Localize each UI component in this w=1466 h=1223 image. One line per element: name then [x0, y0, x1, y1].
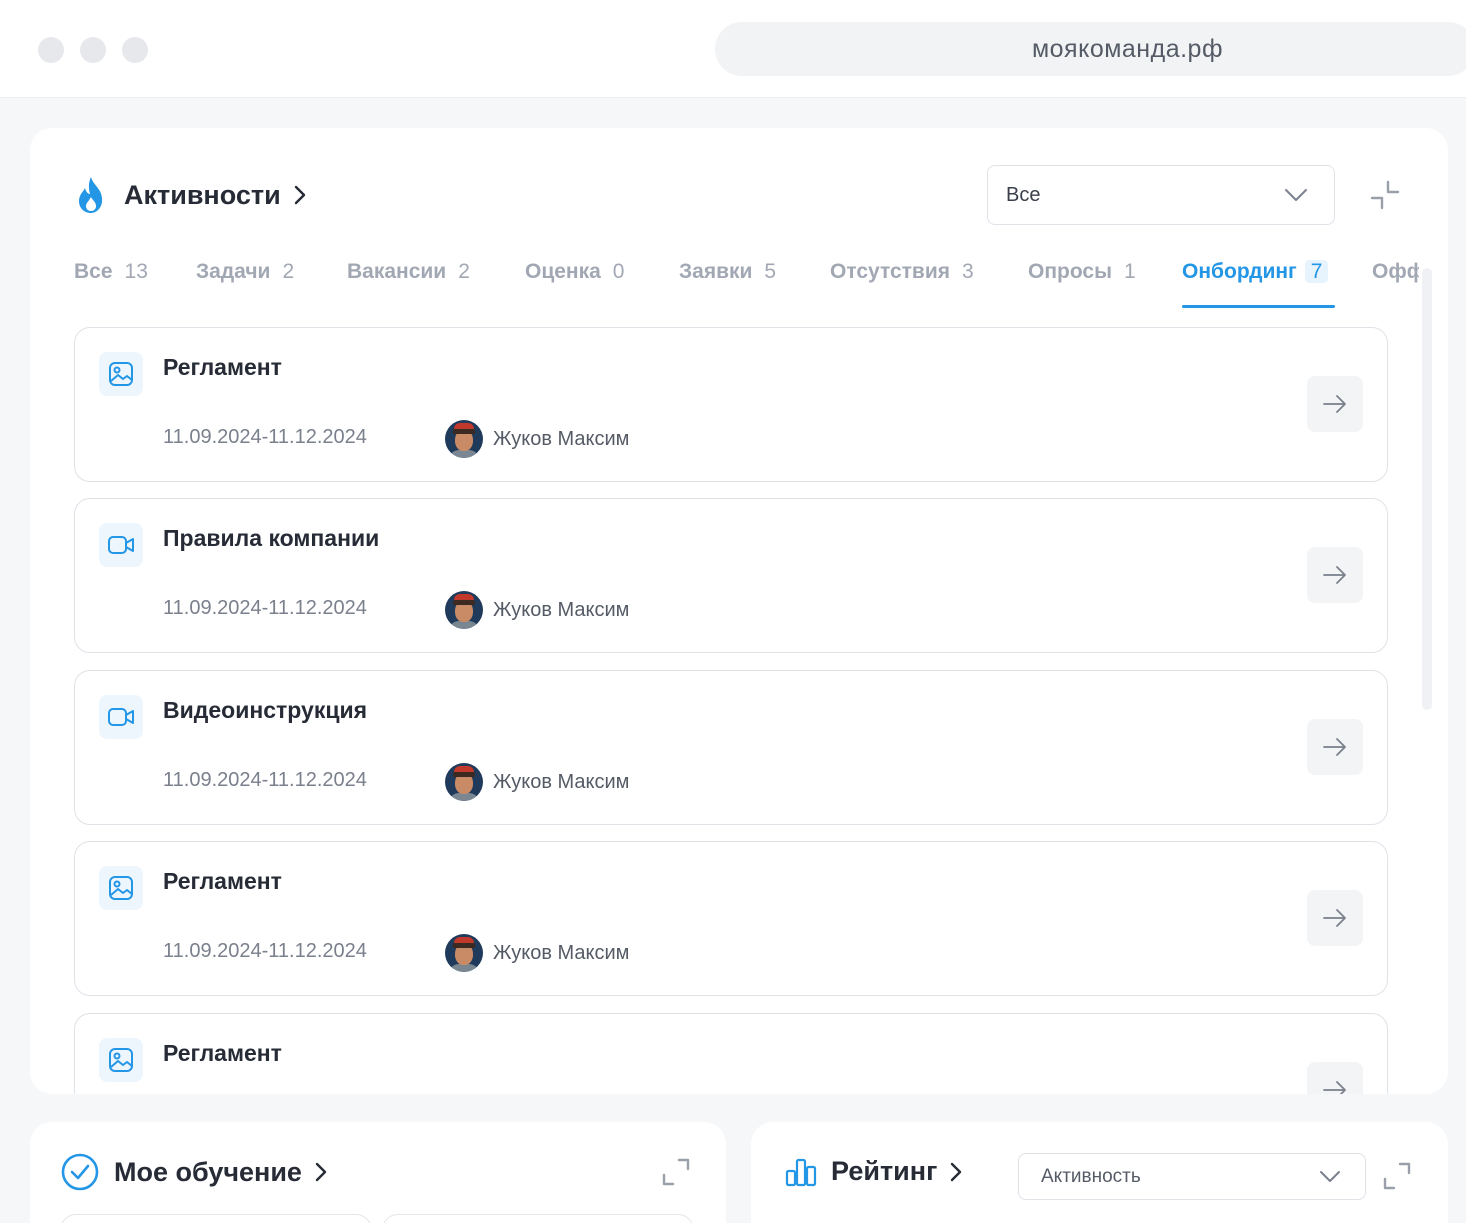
- chevron-right-icon: [294, 185, 305, 205]
- address-bar[interactable]: моякоманда.рф: [715, 22, 1466, 76]
- learning-panel: Мое обучение: [30, 1122, 726, 1223]
- fire-icon: [79, 177, 103, 213]
- activities-title: Активности: [124, 179, 281, 210]
- card-title: Видеоинструкция: [163, 697, 368, 723]
- scrollbar[interactable]: [1422, 268, 1432, 710]
- tab-tasks[interactable]: Задачи 2: [196, 260, 294, 308]
- tab-offboarding[interactable]: Офф: [1372, 260, 1419, 308]
- image-icon: [99, 1038, 143, 1082]
- arrow-right-icon: [1323, 1081, 1346, 1094]
- chevron-right-icon: [951, 1162, 962, 1181]
- open-card-button[interactable]: [1307, 376, 1363, 432]
- address-bar-url: моякоманда.рф: [1031, 35, 1224, 63]
- activities-filter-value: Все: [1006, 184, 1041, 206]
- avatar: [445, 763, 483, 801]
- tab-surveys[interactable]: Опросы 1: [1028, 260, 1136, 308]
- open-card-button[interactable]: [1307, 719, 1363, 775]
- open-card-button[interactable]: [1307, 547, 1363, 603]
- avatar: [445, 591, 483, 629]
- image-icon: [99, 866, 143, 910]
- tab-requests[interactable]: Заявки 5: [679, 260, 776, 308]
- expand-icon[interactable]: [1383, 1162, 1411, 1190]
- learning-header-link[interactable]: Мое обучение: [60, 1152, 330, 1192]
- window-minimize-dot[interactable]: [80, 37, 106, 63]
- tab-vacancies[interactable]: Вакансии 2: [347, 260, 470, 308]
- tab-absences[interactable]: Отсутствия 3: [830, 260, 974, 308]
- open-card-button[interactable]: [1307, 1062, 1363, 1094]
- card-person: Жуков Максим: [445, 933, 629, 973]
- card-title: Регламент: [163, 354, 282, 380]
- image-icon: [99, 352, 143, 396]
- tab-assessment[interactable]: Оценка 0: [525, 260, 624, 308]
- card-date-range: 11.09.2024-11.12.2024: [163, 597, 367, 619]
- chevron-right-icon: [315, 1162, 327, 1182]
- rating-title: Рейтинг: [831, 1156, 938, 1186]
- person-name: Жуков Максим: [493, 941, 630, 964]
- activity-tabs: Все 13 Задачи 2 Вакансии 2 Оценка 0 Заявки 5 …: [74, 260, 1419, 308]
- arrow-right-icon: [1323, 395, 1346, 413]
- open-card-button[interactable]: [1307, 890, 1363, 946]
- course-card[interactable]: [60, 1214, 372, 1223]
- course-card[interactable]: [382, 1214, 694, 1223]
- card-date-range: 11.09.2024-11.12.2024: [163, 940, 367, 962]
- avatar: [445, 420, 483, 458]
- card-date-range: 11.09.2024-11.12.2024: [163, 769, 367, 791]
- activities-filter-select[interactable]: Все: [987, 165, 1335, 225]
- collapse-icon[interactable]: [1370, 180, 1400, 210]
- window-close-dot[interactable]: [38, 37, 64, 63]
- person-name: Жуков Максим: [493, 598, 630, 621]
- person-name: Жуков Максим: [493, 770, 630, 793]
- video-icon: [99, 523, 143, 567]
- activity-card[interactable]: Регламент 11.09.2024-11.12.2024 Жуков Ма…: [74, 841, 1388, 996]
- card-title: Правила компании: [163, 525, 380, 551]
- card-title: Регламент: [163, 868, 282, 894]
- bar-chart-icon: [785, 1158, 817, 1186]
- rating-filter-select[interactable]: Активность: [1018, 1153, 1366, 1200]
- check-circle-icon: [61, 1153, 99, 1191]
- card-person: Жуков Максим: [445, 762, 629, 802]
- tab-all[interactable]: Все 13: [74, 260, 148, 308]
- card-person: Жуков Максим: [445, 419, 629, 459]
- activities-panel: Активности Все Все 13 Задачи 2 Вакансии 2 О…: [30, 128, 1448, 1094]
- card-date-range: 11.09.2024-11.12.2024: [163, 426, 367, 448]
- activities-header-link[interactable]: Активности: [74, 172, 309, 218]
- learning-title: Мое обучение: [114, 1156, 302, 1187]
- arrow-right-icon: [1323, 738, 1346, 756]
- window-maximize-dot[interactable]: [122, 37, 148, 63]
- activity-card[interactable]: Правила компании 11.09.2024-11.12.2024 Ж…: [74, 498, 1388, 653]
- chevron-down-icon: [1285, 189, 1307, 201]
- rating-filter-value: Активность: [1041, 1166, 1141, 1187]
- card-title: Регламент: [163, 1040, 282, 1066]
- card-person: Жуков Максим: [445, 590, 629, 630]
- chevron-down-icon: [1320, 1171, 1340, 1182]
- person-name: Жуков Максим: [493, 427, 630, 450]
- rating-panel: Рейтинг Активность: [751, 1122, 1448, 1223]
- activity-card[interactable]: Регламент: [74, 1013, 1388, 1094]
- tab-onboarding[interactable]: Онбординг 7: [1182, 260, 1335, 308]
- activity-card[interactable]: Видеоинструкция 11.09.2024-11.12.2024 Жу…: [74, 670, 1388, 825]
- rating-header-link[interactable]: Рейтинг: [785, 1156, 965, 1187]
- arrow-right-icon: [1323, 566, 1346, 584]
- expand-icon[interactable]: [662, 1158, 690, 1186]
- video-icon: [99, 695, 143, 739]
- browser-chrome: моякоманда.рф: [0, 0, 1466, 98]
- avatar: [445, 934, 483, 972]
- activity-card[interactable]: Регламент 11.09.2024-11.12.2024 Жуков Ма…: [74, 327, 1388, 482]
- arrow-right-icon: [1323, 909, 1346, 927]
